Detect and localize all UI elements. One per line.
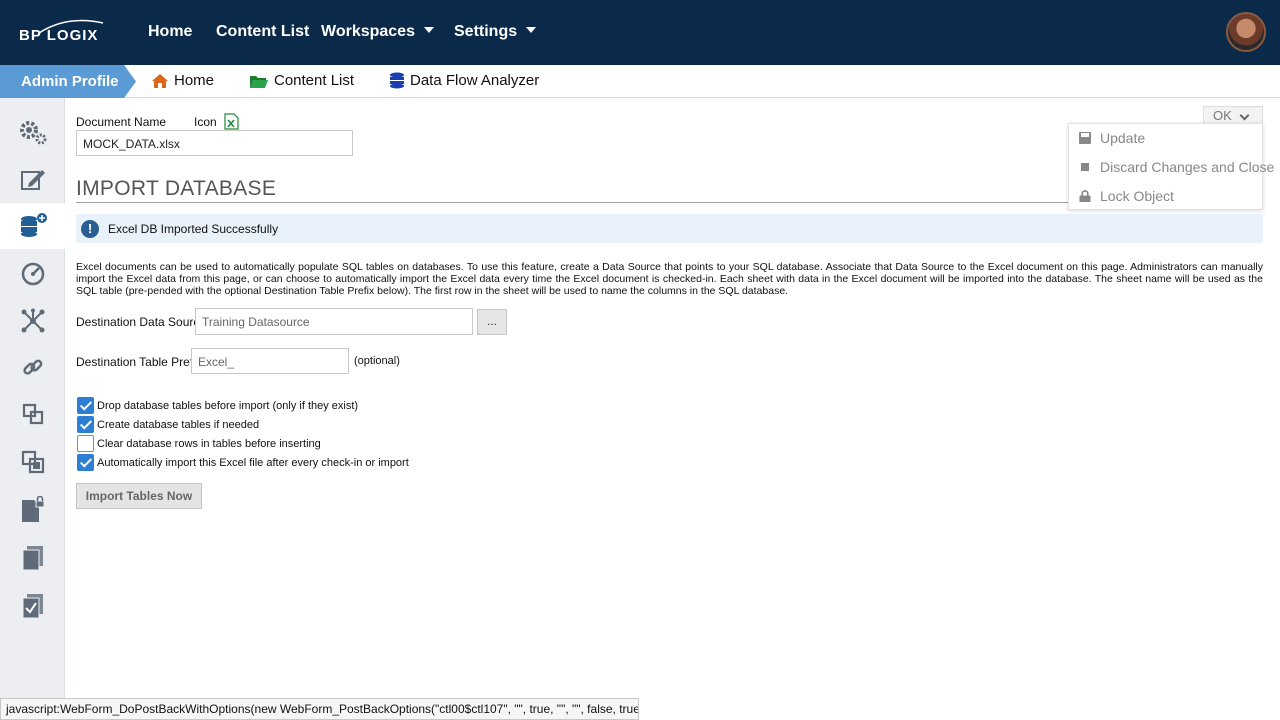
- sidebar-item-network[interactable]: [0, 298, 65, 344]
- sub-content-list-label: Content List: [274, 72, 355, 89]
- excel-icon: [224, 113, 239, 130]
- sidebar-item-links[interactable]: [0, 345, 65, 391]
- sub-data-flow-analyzer-label: Data Flow Analyzer: [410, 72, 540, 89]
- drop-tables-label: Drop database tables before import (only…: [97, 400, 359, 412]
- lock-icon: [1079, 190, 1091, 202]
- nav-content-list[interactable]: Content List: [216, 23, 309, 41]
- sidebar-item-checklist[interactable]: [0, 583, 65, 629]
- auto-import-checkbox[interactable]: [77, 454, 94, 471]
- sidebar-item-security[interactable]: [0, 487, 65, 533]
- browse-data-source-button[interactable]: ...: [477, 309, 507, 335]
- destination-table-prefix-label: Destination Table Prefix: [76, 355, 202, 369]
- menu-item-discard[interactable]: Discard Changes and Close: [1079, 159, 1274, 175]
- chevron-down-icon: [1239, 110, 1250, 121]
- user-avatar[interactable]: [1226, 12, 1266, 52]
- drop-tables-checkbox[interactable]: [77, 397, 94, 414]
- page-title: IMPORT DATABASE: [76, 177, 277, 200]
- sub-data-flow-analyzer-link[interactable]: Data Flow Analyzer: [389, 72, 539, 89]
- link-icon: [22, 359, 42, 375]
- database-icon: [390, 72, 404, 89]
- ok-label: OK: [1213, 108, 1232, 123]
- create-tables-label: Create database tables if needed: [97, 419, 260, 431]
- left-sidebar: [0, 98, 65, 720]
- sidebar-item-dashboard[interactable]: [0, 251, 65, 297]
- nav-settings[interactable]: Settings: [454, 23, 537, 41]
- nav-workspaces[interactable]: Workspaces: [321, 23, 434, 41]
- document-name-input[interactable]: MOCK_DATA.xlsx: [76, 130, 353, 156]
- menu-discard-label: Discard Changes and Close: [1100, 159, 1275, 175]
- clear-rows-checkbox[interactable]: [77, 435, 94, 452]
- database-add-icon: [20, 213, 47, 237]
- dashboard-icon: [21, 262, 44, 286]
- nav-workspaces-label: Workspaces: [321, 23, 415, 40]
- menu-lock-label: Lock Object: [1100, 188, 1174, 204]
- folder-open-icon: [250, 75, 268, 88]
- chevron-down-icon: [526, 27, 537, 33]
- menu-item-update[interactable]: Update: [1079, 130, 1145, 146]
- sidebar-item-properties[interactable]: [0, 109, 65, 155]
- menu-item-lock[interactable]: Lock Object: [1079, 188, 1174, 204]
- sidebar-item-import-database[interactable]: [0, 203, 65, 249]
- status-bar: javascript:WebForm_DoPostBackWithOptions…: [0, 698, 639, 720]
- import-tables-now-button[interactable]: Import Tables Now: [76, 483, 202, 509]
- success-alert: ! Excel DB Imported Successfully: [76, 214, 1263, 243]
- logo-text: BP LOGIX: [19, 27, 99, 44]
- exclamation-icon: !: [81, 220, 99, 238]
- edit-icon: [20, 170, 45, 190]
- checklist-icon: [22, 594, 43, 619]
- gears-icon: [19, 121, 46, 145]
- document-name-label: Document Name: [76, 115, 167, 129]
- auto-import-label: Automatically import this Excel file aft…: [97, 457, 409, 469]
- sidebar-item-copy[interactable]: [0, 439, 65, 485]
- stop-icon: [1081, 163, 1089, 171]
- clear-rows-label: Clear database rows in tables before ins…: [97, 438, 321, 450]
- sub-home-label: Home: [174, 72, 215, 89]
- documents-icon: [22, 546, 43, 571]
- sidebar-item-edit[interactable]: [0, 157, 65, 203]
- sub-home-link[interactable]: Home: [151, 72, 214, 89]
- file-lock-icon: [21, 496, 44, 522]
- destination-table-prefix-input[interactable]: Excel_: [191, 348, 349, 374]
- actions-menu: Update Discard Changes and Close Lock Ob…: [1068, 123, 1274, 210]
- home-icon: [152, 73, 168, 88]
- sub-content-list-link[interactable]: Content List: [249, 72, 354, 89]
- network-icon: [21, 308, 44, 333]
- nav-settings-label: Settings: [454, 23, 518, 40]
- chevron-down-icon: [423, 27, 434, 33]
- save-icon: [1079, 132, 1091, 144]
- squares-icon: [22, 403, 43, 425]
- menu-update-label: Update: [1100, 130, 1146, 146]
- create-tables-checkbox[interactable]: [77, 416, 94, 433]
- bp-logix-logo[interactable]: BP LOGIX: [19, 19, 105, 49]
- optional-label: (optional): [354, 355, 400, 367]
- admin-profile-tab[interactable]: Admin Profile: [0, 65, 136, 98]
- alert-message: Excel DB Imported Successfully: [108, 222, 279, 236]
- sidebar-item-objects[interactable]: [0, 391, 65, 437]
- destination-data-source-input[interactable]: Training Datasource: [195, 308, 473, 335]
- icon-label: Icon: [194, 115, 217, 129]
- import-description: Excel documents can be used to automatic…: [76, 261, 1263, 297]
- destination-data-source-label: Destination Data Source: [76, 315, 207, 329]
- sidebar-item-documents[interactable]: [0, 535, 65, 581]
- nav-home[interactable]: Home: [148, 23, 192, 41]
- copy-squares-icon: [21, 450, 44, 474]
